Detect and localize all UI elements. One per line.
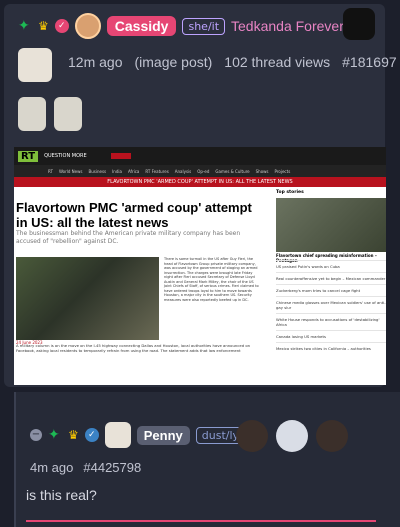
post-time[interactable]: 12m ago [68, 54, 122, 70]
list-item: US praised Putin's words on Cuba [276, 260, 386, 272]
post-type: (image post) [134, 54, 213, 70]
list-item: Real counteroffensive yet to begin – Mex… [276, 272, 386, 284]
author-name[interactable]: Cassidy [106, 16, 177, 36]
nav-item: Games & Culture [215, 168, 250, 174]
list-item: Mexico strikes two cities in California … [276, 342, 386, 354]
crown-icon: ♛ [68, 428, 79, 442]
post-meta: 12m ago (image post) 102 thread views #1… [68, 54, 397, 70]
nav-item: Projects [274, 168, 291, 174]
reply-id[interactable]: #4425798 [83, 460, 141, 475]
site-tagline: QUESTION MORE [44, 153, 87, 159]
collapse-icon[interactable]: − [30, 429, 42, 441]
nav-item: India [112, 168, 122, 174]
reply-time[interactable]: 4m ago [30, 460, 73, 475]
nav-item: RT [48, 168, 53, 174]
nav-item: Analysis [174, 168, 192, 174]
pronouns-badge: she/it [182, 17, 226, 35]
site-header: RT QUESTION MORE [14, 147, 386, 165]
list-item: White House responds to accusations of '… [276, 313, 386, 330]
nav-item: Op-ed [197, 168, 210, 174]
site-nav: RT World News Business India Africa RT F… [14, 165, 386, 177]
author-handle[interactable]: Tedkanda Forever [231, 18, 344, 34]
reply-divider [26, 520, 376, 522]
reply-meta: 4m ago #4425798 [30, 460, 141, 475]
thread-views: 102 thread views [224, 54, 331, 70]
cat-sticker-icon [18, 48, 52, 82]
article-body: There is some turmoil in the US after Gu… [164, 257, 259, 302]
crown-icon: ♛ [38, 19, 49, 33]
cat-sticker-icon [316, 420, 348, 452]
thread-line [14, 392, 16, 527]
list-item: Chinese media glosses over Mexican soldi… [276, 296, 386, 313]
reply-author-name[interactable]: Penny [136, 425, 190, 445]
nav-item: Shows [255, 168, 269, 174]
avatar[interactable] [104, 422, 131, 448]
article-photo [16, 257, 159, 340]
post-id[interactable]: #181697 [342, 54, 397, 70]
black-cat-icon [343, 8, 375, 40]
nav-item: World News [58, 168, 83, 174]
sparkle-icon: ✦ [48, 427, 60, 443]
nav-item: Africa [127, 168, 140, 174]
sparkle-icon: ✦ [18, 18, 30, 34]
top-stories-title: Top stories [276, 190, 304, 195]
top-story-photo [276, 198, 386, 252]
soldier-cat-sticker-icon [54, 97, 82, 131]
article-body-continued: A military column is on the move on the … [16, 343, 251, 353]
article-headline: Flavortown PMC 'armed coup' attempt in U… [16, 200, 252, 230]
cat-sticker-icon [276, 420, 308, 452]
rt-logo: RT [18, 150, 39, 162]
breaking-banner: FLAVORTOWN PMC 'ARMED COUP' ATTEMPT IN U… [14, 177, 386, 187]
top-stories-list: US praised Putin's words on Cuba Real co… [276, 260, 386, 354]
nav-item: Business [88, 168, 107, 174]
verified-badge-icon: ✓ [84, 428, 99, 442]
cat-sticker-icon [236, 420, 268, 452]
verified-badge-icon: ✓ [54, 19, 69, 33]
list-item: Canada losing US markets [276, 330, 386, 342]
post-header: ✦ ♛ ✓ Cassidy she/it Tedkanda Forever [18, 12, 344, 40]
reply-header: − ✦ ♛ ✓ Penny dust/ly [30, 420, 246, 450]
live-button [110, 153, 131, 159]
avatar[interactable] [74, 13, 101, 39]
soldier-cat-sticker-icon [18, 97, 46, 131]
reply-body: is this real? [26, 487, 97, 503]
list-item: Zuckerberg's mom tries to cancel cage fi… [276, 284, 386, 296]
nav-item: RT Features [145, 168, 169, 174]
attached-image[interactable]: RT QUESTION MORE RT World News Business … [14, 147, 386, 385]
article-subheadline: The businessman behind the American priv… [16, 230, 241, 245]
